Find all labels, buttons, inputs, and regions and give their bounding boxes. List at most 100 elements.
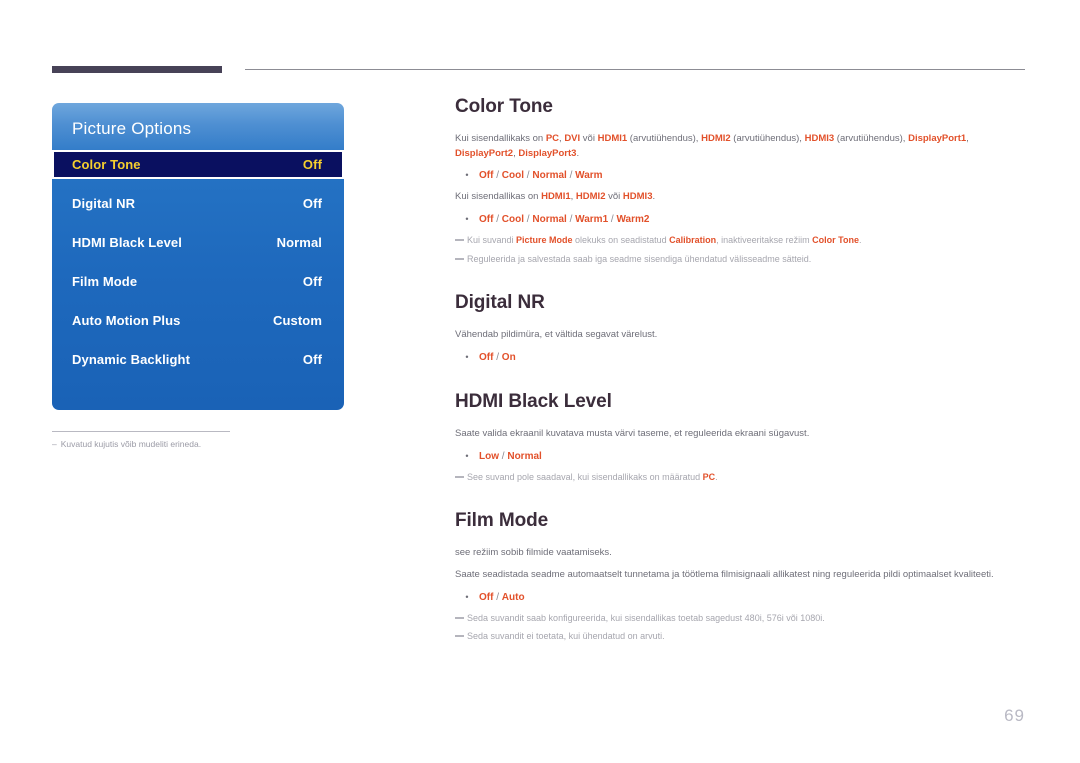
highlight-hdmi3: HDMI3: [804, 133, 835, 144]
option-values: Off / Cool / Normal / Warm1 / Warm2: [479, 214, 650, 226]
osd-menu-item-value: Off: [302, 352, 322, 367]
osd-menu-item-color-tone[interactable]: Color Tone Off: [52, 150, 344, 179]
osd-menu-item-dynamic-backlight[interactable]: Dynamic Backlight Off: [52, 345, 344, 374]
osd-footnote-block: – Kuvatud kujutis võib mudeliti erineda.: [52, 431, 232, 450]
section-heading: Digital NR: [455, 292, 545, 314]
highlight-displayport2: DisplayPort2: [455, 147, 514, 159]
osd-menu-item-film-mode[interactable]: Film Mode Off: [52, 267, 344, 296]
osd-menu-item-value: Normal: [276, 235, 322, 250]
section-paragraph: see režiim sobib filmide vaatamiseks.: [455, 547, 612, 559]
bullet-dot-icon: •: [465, 591, 469, 602]
bullet-dot-icon: •: [465, 351, 469, 362]
note-item: See suvand pole saadaval, kui sisendalli…: [455, 471, 1025, 485]
osd-footnote-divider: [52, 431, 230, 432]
osd-menu-item-label: HDMI Black Level: [72, 235, 182, 250]
option-bullet: • Off / Cool / Normal / Warm1 / Warm2: [455, 212, 1025, 227]
page-number: 69: [1004, 706, 1025, 725]
text-fragment: ,: [966, 133, 969, 144]
highlight-hdmi2: HDMI2: [575, 191, 606, 203]
osd-menu-item-label: Auto Motion Plus: [72, 313, 181, 328]
option-bullet: • Low / Normal: [455, 449, 1025, 464]
highlight-pc: PC: [545, 133, 560, 144]
section-heading: Color Tone: [455, 96, 553, 117]
left-column: Picture Options Color Tone Off Digital N…: [52, 103, 344, 450]
highlight-hdmi2: HDMI2: [701, 133, 731, 144]
text-fragment: Kui sisendallikaks on: [455, 133, 546, 144]
text-fragment: olekuks on seadistatud: [572, 235, 670, 246]
footnote-text: Kuvatud kujutis võib mudeliti erineda.: [60, 439, 202, 449]
note-item: Kui suvandi Picture Mode olekuks on sead…: [455, 234, 1025, 248]
bullet-dot-icon: •: [465, 214, 469, 225]
option-bullet: • Off / Cool / Normal / Warm: [455, 168, 1025, 183]
osd-panel-title: Picture Options: [72, 119, 192, 138]
note-dash-icon: [455, 236, 467, 245]
note-item: Seda suvandit ei toetata, kui ühendatud …: [455, 630, 1025, 644]
bullet-dot-icon: •: [465, 450, 469, 461]
option-values: Off / Auto: [479, 591, 525, 603]
text-fragment: .: [858, 235, 862, 246]
osd-menu-item-auto-motion-plus[interactable]: Auto Motion Plus Custom: [52, 306, 344, 335]
header-divider-line: [245, 69, 1025, 70]
note-dash-icon: [455, 614, 467, 623]
option-bullet: • Off / On: [455, 350, 1025, 365]
osd-footnote: – Kuvatud kujutis võib mudeliti erineda.: [52, 439, 232, 450]
content-column: Color Tone Kui sisendallikaks on PC, DVI…: [455, 96, 1025, 649]
text-fragment: .: [652, 191, 656, 203]
section-color-tone: Color Tone Kui sisendallikaks on PC, DVI…: [455, 96, 1025, 266]
header-accent-bar: [52, 66, 222, 73]
note-text: See suvand pole saadaval, kui sisendalli…: [467, 471, 718, 485]
note-dash-icon: [455, 473, 467, 482]
osd-menu-item-value: Off: [302, 274, 322, 289]
section-paragraph: Saate seadistada seadme automaatselt tun…: [455, 568, 994, 580]
osd-menu-item-label: Film Mode: [72, 274, 138, 289]
text-fragment: või: [580, 133, 598, 144]
osd-menu-item-value: Off: [302, 196, 322, 211]
note-item: Seda suvandit saab konfigureerida, kui s…: [455, 612, 1025, 626]
text-fragment: Kui suvandi: [467, 235, 517, 246]
note-text: Seda suvandit saab konfigureerida, kui s…: [467, 612, 825, 623]
text-fragment: (arvutiühendus),: [627, 133, 702, 144]
highlight-displayport1: DisplayPort1: [908, 133, 967, 144]
section-heading: Film Mode: [455, 510, 549, 532]
highlight-hdmi3: HDMI3: [622, 191, 653, 203]
footnote-dash: –: [52, 439, 57, 449]
section-paragraph: Kui sisendallikas on HDMI1, HDMI2 või HD…: [455, 190, 1025, 205]
option-values: Off / Cool / Normal / Warm: [479, 170, 603, 182]
page-header: [0, 0, 1080, 90]
highlight-hdmi1: HDMI1: [541, 191, 571, 203]
highlight-dvi: DVI: [564, 133, 581, 144]
text-fragment: See suvand pole saadaval, kui sisendalli…: [467, 471, 703, 482]
osd-menu-item-value: Custom: [273, 313, 322, 328]
section-heading: HDMI Black Level: [455, 390, 612, 412]
text-fragment: (arvutiühendus),: [730, 133, 805, 144]
note-dash-icon: [455, 255, 467, 264]
text-fragment: või: [605, 191, 623, 203]
osd-menu-item-label: Dynamic Backlight: [72, 352, 191, 367]
text-fragment: , inaktiveeritakse režiim: [716, 235, 813, 246]
highlight-calibration: Calibration: [669, 235, 717, 246]
highlight-color-tone: Color Tone: [812, 235, 859, 246]
highlight-picture-mode: Picture Mode: [516, 235, 573, 246]
osd-menu-panel: Picture Options Color Tone Off Digital N…: [52, 103, 344, 410]
osd-menu-item-value: Off: [302, 157, 322, 172]
note-text: Reguleerida ja salvestada saab iga seadm…: [467, 253, 812, 264]
bullet-dot-icon: •: [465, 170, 469, 181]
osd-menu-item-label: Color Tone: [72, 157, 141, 172]
osd-menu-item-hdmi-black-level[interactable]: HDMI Black Level Normal: [52, 228, 344, 257]
highlight-hdmi1: HDMI1: [597, 133, 628, 144]
option-values: Low / Normal: [479, 450, 542, 462]
text-fragment: .: [715, 471, 718, 482]
note-text: Seda suvandit ei toetata, kui ühendatud …: [467, 631, 665, 642]
option-values: Off / On: [479, 351, 516, 363]
section-paragraph: Kui sisendallikaks on PC, DVI või HDMI1 …: [455, 132, 1025, 161]
note-text: Kui suvandi Picture Mode olekuks on sead…: [467, 234, 862, 248]
highlight-pc: PC: [702, 471, 716, 482]
text-fragment: (arvutiühendus),: [834, 133, 909, 144]
note-item: Reguleerida ja salvestada saab iga seadm…: [455, 253, 1025, 267]
option-bullet: • Off / Auto: [455, 590, 1025, 605]
section-paragraph: Saate valida ekraanil kuvatava musta vär…: [455, 427, 810, 439]
highlight-displayport3: DisplayPort3: [518, 147, 577, 159]
note-dash-icon: [455, 632, 467, 641]
section-hdmi-black-level: HDMI Black Level Saate valida ekraanil k…: [455, 391, 1025, 484]
osd-menu-item-digital-nr[interactable]: Digital NR Off: [52, 189, 344, 218]
